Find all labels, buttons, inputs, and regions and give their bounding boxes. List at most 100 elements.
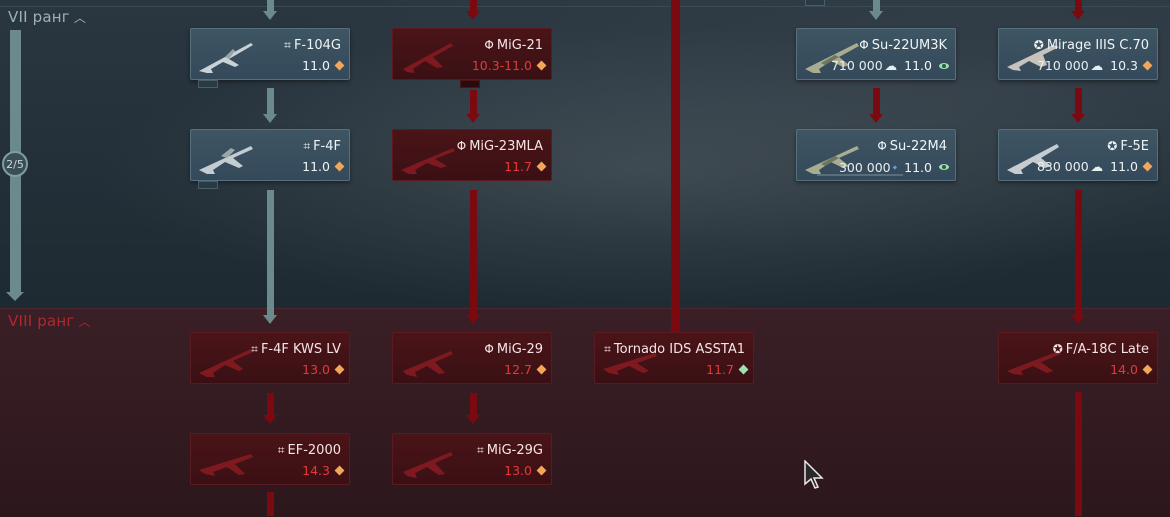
- arrow-down-icon: [1071, 11, 1085, 20]
- arrow-down-icon: [466, 11, 480, 20]
- rank-viii-label[interactable]: VIII ранг ︿: [8, 312, 91, 330]
- nation-flag-icon: Φ: [484, 38, 494, 52]
- mouse-cursor-icon: [804, 460, 824, 489]
- vehicle-name: MiG-29: [496, 342, 543, 357]
- nation-flag-icon: Φ: [484, 342, 494, 356]
- vehicle-name: MiG-23MLA: [469, 139, 543, 154]
- br-diamond-icon: [536, 161, 547, 172]
- arrow-down-icon: [263, 315, 277, 324]
- br-diamond-icon: [536, 364, 547, 375]
- top-divider: [0, 6, 1170, 7]
- vehicle-card-f4f[interactable]: ⌗ F-4F 11.0: [190, 129, 350, 181]
- battle-rating: 10.3-11.0: [471, 58, 532, 73]
- jet-icon: [199, 43, 253, 73]
- rank-viii-text: VIII ранг: [8, 312, 75, 330]
- rp-icon: ☁: [1090, 159, 1104, 174]
- arrow-down-icon: [263, 114, 277, 123]
- vehicle-card-mig23mla[interactable]: Φ MiG-23MLA 11.7: [392, 129, 552, 181]
- vehicle-name: Tornado IDS ASSTA1: [613, 342, 745, 357]
- vehicle-card-su22um3k[interactable]: Φ Su-22UM3K 710 000 ☁ 11.0: [796, 28, 956, 80]
- rank-progress-arrow-icon: [6, 292, 24, 301]
- vehicle-card-mig21[interactable]: Φ MiG-21 10.3-11.0: [392, 28, 552, 80]
- br-diamond-icon: [1142, 161, 1153, 172]
- vehicle-card-mig29[interactable]: Φ MiG-29 12.7: [392, 332, 552, 384]
- jet-icon: [199, 349, 253, 377]
- jet-icon: [403, 351, 453, 377]
- br-diamond-icon: [738, 364, 749, 375]
- battle-rating: 11.0: [904, 58, 932, 73]
- vehicle-card-fa18c-late[interactable]: ✪ F/A-18C Late 14.0: [998, 332, 1158, 384]
- vehicle-card-su22m4[interactable]: Φ Su-22M4 300 000 ⬩ 11.0: [796, 129, 956, 181]
- arrow-down-icon: [869, 11, 883, 20]
- battle-rating: 11.7: [706, 362, 734, 377]
- research-progress-bar: [817, 174, 903, 176]
- br-diamond-icon: [334, 60, 345, 71]
- jet-icon: [199, 146, 253, 174]
- br-diamond-icon: [334, 364, 345, 375]
- vehicle-card-f4f-kws-lv[interactable]: ⌗ F-4F KWS LV 13.0: [190, 332, 350, 384]
- nation-flag-icon: ✪: [1107, 139, 1118, 153]
- connector-line: [470, 190, 477, 316]
- nation-flag-icon: Φ: [456, 139, 467, 153]
- br-diamond-icon: [536, 60, 547, 71]
- br-diamond-icon: [939, 62, 949, 69]
- research-points: 710 000: [830, 58, 883, 73]
- br-diamond-icon: [1142, 364, 1153, 375]
- connector-line: [873, 88, 880, 115]
- vehicle-name: F-4F: [313, 139, 341, 154]
- vehicle-card-mirage-iiis-c70[interactable]: ✪ Mirage IIIS C.70 710 000 ☁ 10.3: [998, 28, 1158, 80]
- battle-rating: 11.0: [1110, 159, 1138, 174]
- vehicle-name: F-5E: [1120, 139, 1149, 154]
- connector-line: [1075, 190, 1082, 316]
- connector-line: [267, 393, 274, 416]
- battle-rating: 10.3: [1110, 58, 1138, 73]
- battle-rating: 13.0: [504, 463, 532, 478]
- vehicle-card-tornado-ids-assta1[interactable]: ⌗ Tornado IDS ASSTA1 11.7: [594, 332, 754, 384]
- arrow-down-icon: [466, 315, 480, 324]
- tree-background-rank7: [0, 0, 1170, 308]
- folder-tab: [198, 181, 218, 189]
- br-diamond-icon: [334, 465, 345, 476]
- vehicle-card-f5e[interactable]: ✪ F-5E 830 000 ☁ 11.0: [998, 129, 1158, 181]
- arrow-down-icon: [1071, 114, 1085, 123]
- nation-flag-icon: ✪: [1033, 38, 1044, 52]
- chevron-up-icon: ︿: [78, 315, 91, 329]
- connector-line: [1075, 88, 1082, 115]
- research-points: 710 000: [1036, 58, 1089, 73]
- battle-rating: 11.0: [904, 159, 932, 175]
- nation-flag-icon: ⌗: [604, 342, 611, 356]
- vehicle-name: MiG-21: [496, 38, 543, 53]
- arrow-down-icon: [466, 114, 480, 123]
- br-diamond-icon: [939, 164, 949, 170]
- connector-line: [470, 393, 477, 416]
- jet-icon: [403, 452, 453, 478]
- connector-line: [671, 0, 680, 332]
- vehicle-card-ef2000[interactable]: ⌗ EF-2000 14.3: [190, 433, 350, 485]
- vehicle-name: Mirage IIIS C.70: [1046, 38, 1149, 53]
- connector-line: [1075, 392, 1082, 516]
- arrow-down-icon: [1071, 315, 1085, 324]
- connector-line: [267, 88, 274, 115]
- rp-icon: ⬩: [892, 159, 898, 174]
- battle-rating: 11.0: [302, 58, 330, 73]
- vehicle-name: F/A-18C Late: [1065, 342, 1149, 357]
- vehicle-name: F-104G: [293, 38, 341, 53]
- jet-icon: [199, 454, 253, 476]
- vehicle-name: Su-22M4: [889, 139, 947, 154]
- nation-flag-icon: ⌗: [477, 443, 484, 457]
- arrow-down-icon: [263, 415, 277, 424]
- vehicle-name: EF-2000: [287, 443, 341, 458]
- battle-rating: 11.7: [504, 159, 532, 174]
- folder-tab: [198, 80, 218, 88]
- battle-rating: 14.0: [1110, 362, 1138, 377]
- battle-rating: 14.3: [302, 463, 330, 478]
- vehicle-card-mig29g[interactable]: ⌗ MiG-29G 13.0: [392, 433, 552, 485]
- folder-tab: [805, 0, 825, 6]
- vehicle-card-f104g[interactable]: ⌗ F-104G 11.0: [190, 28, 350, 80]
- battle-rating: 12.7: [504, 362, 532, 377]
- rank-vii-label[interactable]: VII ранг ︿: [8, 8, 86, 26]
- tree-background-rank8: [0, 308, 1170, 517]
- nation-flag-icon: ⌗: [277, 443, 285, 457]
- nation-flag-icon: Φ: [877, 139, 887, 153]
- nation-flag-icon: ⌗: [284, 38, 291, 52]
